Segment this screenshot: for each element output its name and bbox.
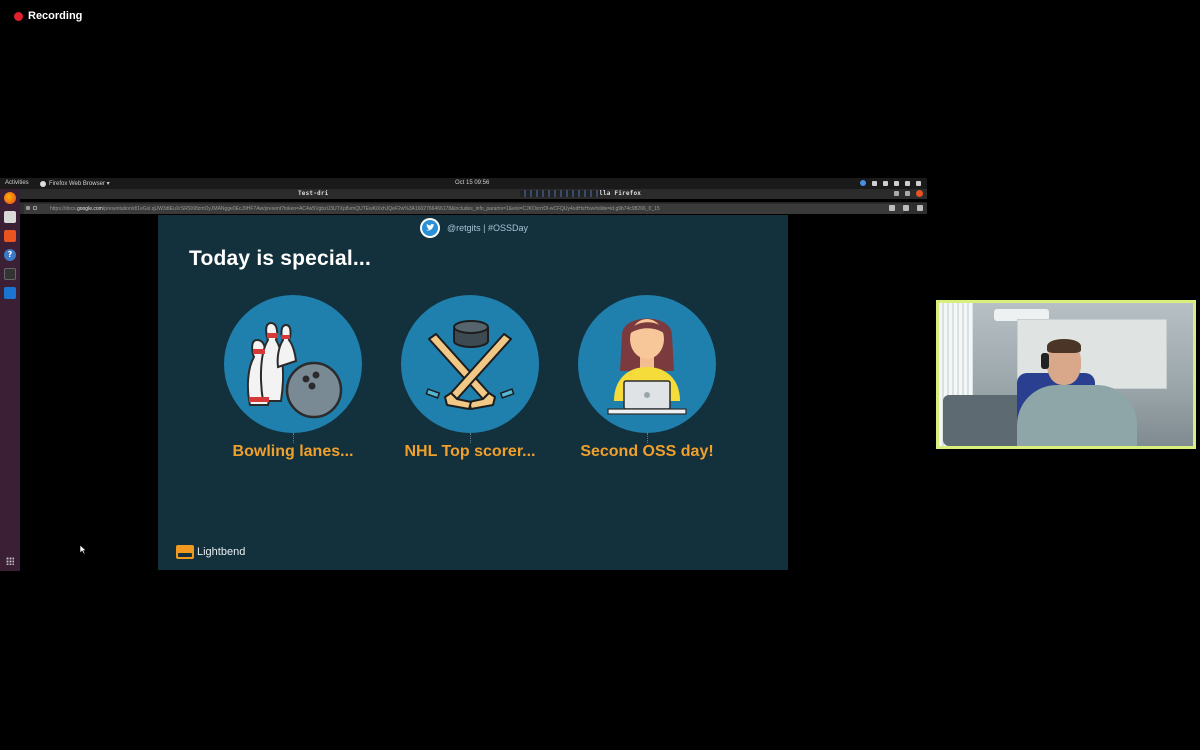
firefox-mini-icon [40,180,46,187]
reader-view-icon[interactable] [889,205,895,211]
toolbar-buttons [889,205,923,211]
maximize-icon[interactable] [905,191,910,196]
lightbend-logo-icon [176,545,194,559]
vscode-icon[interactable] [4,287,16,299]
ubuntu-top-bar: Activities Firefox Web Browser ▾ Oct 15 … [0,178,927,189]
show-applications-icon[interactable] [6,557,14,565]
presentation-slide[interactable]: @retgits | #OSSDay Today is special... B… [158,215,788,570]
clock[interactable]: Oct 15 09:56 [455,180,489,186]
twitter-row: @retgits | #OSSDay [420,218,528,238]
slide-heading: Today is special... [189,247,371,270]
slide-item-hockey: NHL Top scorer... [390,295,550,461]
network-icon[interactable] [872,180,877,186]
presenter [1009,339,1139,446]
files-icon[interactable] [4,211,16,223]
twitter-handle: @retgits | #OSSDay [447,223,528,233]
system-tray[interactable] [860,180,921,186]
library-icon[interactable] [903,205,909,211]
recording-label: Recording [28,10,83,22]
connector-line [646,433,648,443]
lock-icon[interactable] [33,206,37,210]
zoom-tray-icon[interactable] [860,180,866,186]
connector-line [292,433,294,443]
slide-item-oss-day: Second OSS day! [567,295,727,461]
mouse-cursor-icon [80,545,87,554]
minimize-icon[interactable] [894,191,899,196]
mic-icon[interactable] [894,180,899,186]
presenter-hair [1047,339,1081,353]
battery-icon[interactable] [883,180,888,186]
window-controls [894,190,923,197]
developer-icon [578,295,716,433]
item-label: Bowling lanes... [232,443,354,460]
hockey-icon [401,295,539,433]
presenter-shirt [1017,385,1137,446]
power-icon[interactable] [916,180,921,186]
app-menu-label: Firefox Web Browser ▾ [49,181,110,187]
twitter-icon [420,218,440,238]
terminal-icon[interactable] [4,268,16,280]
browser-title-bar: Test-dri zilla Firefox [20,189,927,199]
url-domain: google.com [76,206,103,212]
hamburger-menu-icon[interactable] [917,205,923,211]
app-launcher: ? [0,189,20,571]
activities-button[interactable]: Activities [5,180,29,186]
webcam-feed [936,300,1196,449]
recording-indicator: Recording [14,10,82,22]
url-field[interactable]: https://docs.google.com/presentation/d/1… [24,204,904,214]
item-label: NHL Top scorer... [404,443,536,460]
close-icon[interactable] [916,190,923,197]
record-dot-icon [14,11,23,21]
software-store-icon[interactable] [4,230,16,242]
firefox-icon[interactable] [4,192,16,204]
slide-item-bowling: Bowling lanes... [213,295,373,461]
url-rest: /presentation/d/1eGxl.qUW3dtEuXrSR9Xi8zm… [102,206,660,212]
connector-line [469,433,471,443]
help-icon[interactable]: ? [4,249,16,261]
info-icon[interactable] [26,206,30,210]
lightbend-brand: Lightbend [176,545,245,559]
navigation-bar: https://docs.google.com/presentation/d/1… [20,202,927,214]
item-label: Second OSS day! [580,443,714,460]
app-menu[interactable]: Firefox Web Browser ▾ [40,180,110,187]
headset-icon [1041,353,1049,369]
volume-icon[interactable] [905,180,910,186]
brand-name: Lightbend [197,546,246,558]
redacted-region [520,190,600,197]
bowling-icon [224,295,362,433]
url-prefix: https://docs. [50,206,77,212]
